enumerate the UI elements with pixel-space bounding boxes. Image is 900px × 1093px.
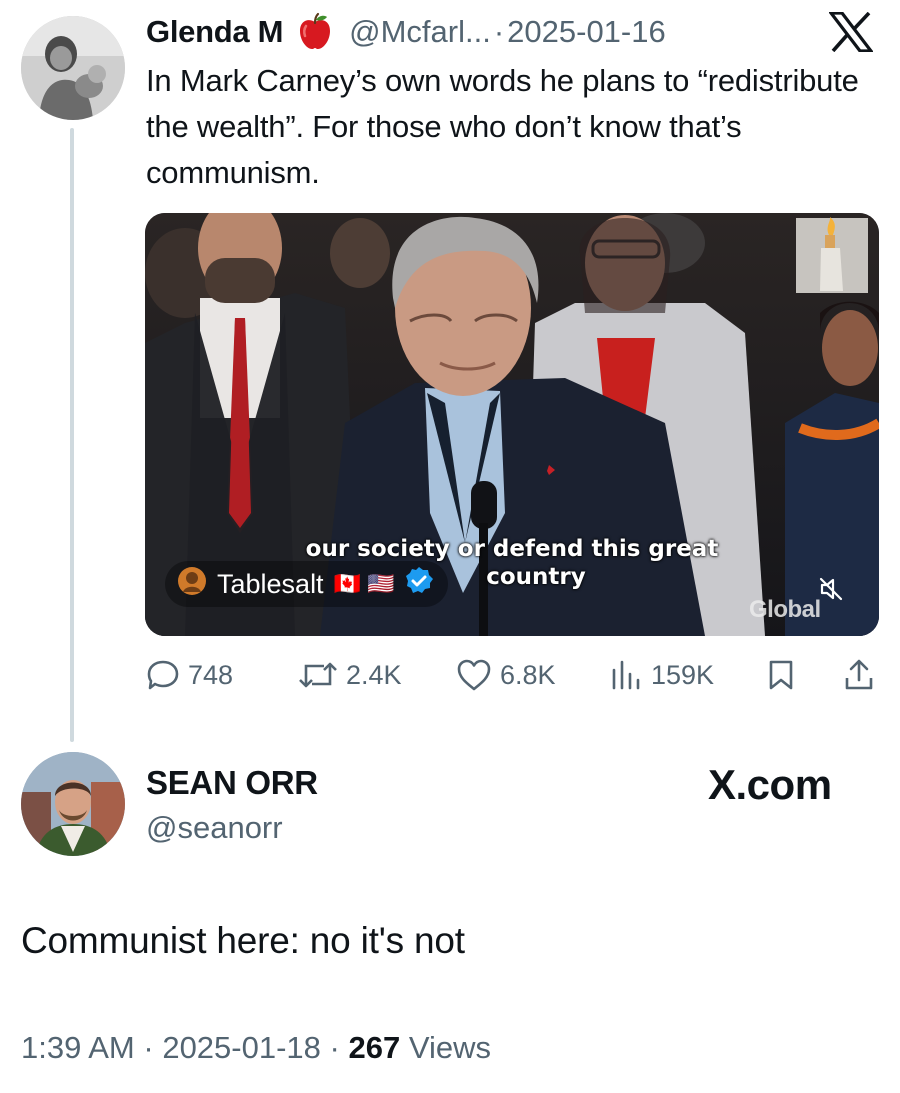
reply-author-handle[interactable]: @seanorr [146,810,283,846]
quoted-author-handle[interactable]: @Mcfarl... [349,14,491,50]
muted-speaker-icon [818,576,844,607]
analytics-icon [609,658,643,692]
meta-separator: · [143,1030,154,1065]
reply-author-avatar[interactable] [21,752,125,856]
header-separator: · [493,14,505,49]
reply-author-name[interactable]: SEAN ORR [146,764,318,802]
like-count: 6.8K [500,659,556,690]
quoted-author-name[interactable]: Glenda M [146,14,283,50]
meta-separator: · [329,1030,340,1065]
repost-count: 2.4K [346,659,402,690]
x-logo-icon[interactable] [827,11,875,53]
bookmark-icon [766,658,796,692]
caption-line-1: our society or defend this great [305,536,719,562]
views-button[interactable]: 159K [609,652,714,698]
verified-badge-icon [404,566,434,603]
reply-button[interactable]: 748 [146,652,233,698]
share-icon [843,658,875,692]
repost-icon [298,658,338,692]
site-brand-label: X.com [708,761,832,808]
quoted-tweet-date[interactable]: 2025-01-16 [507,14,666,50]
reply-date[interactable]: 2025-01-18 [162,1030,321,1065]
quoted-tweet-text: In Mark Carney’s own words he plans to “… [146,63,859,190]
channel-name: Tablesalt [217,568,324,599]
thread-connector-line [70,128,74,742]
repost-button[interactable]: 2.4K [298,652,402,698]
quoted-tweet-header: Glenda M @Mcfarl... · 2025-01-16 [146,12,666,52]
heart-icon [456,658,492,692]
reply-views-count[interactable]: 267 [348,1030,400,1065]
reply-meta-row: 1:39 AM · 2025-01-18 · 267 Views [21,1030,491,1066]
apple-emoji-icon [295,12,335,52]
reply-icon [146,658,180,692]
mute-toggle-button[interactable] [809,569,853,613]
video-source-pill[interactable]: Tablesalt 🇨🇦 🇺🇸 [165,561,449,607]
channel-avatar-icon [177,566,207,603]
tweet-video[interactable]: our society or defend this great country… [145,213,879,636]
quoted-author-avatar[interactable] [21,16,125,120]
share-button[interactable] [843,652,875,698]
reply-time[interactable]: 1:39 AM [21,1030,135,1065]
bookmark-button[interactable] [766,652,796,698]
channel-flags: 🇨🇦 🇺🇸 [333,571,395,596]
reply-views-label: Views [408,1030,491,1065]
reply-count: 748 [188,659,234,690]
view-count: 159K [651,659,715,690]
reply-tweet-text: Communist here: no it's not [21,920,465,961]
like-button[interactable]: 6.8K [456,652,556,698]
